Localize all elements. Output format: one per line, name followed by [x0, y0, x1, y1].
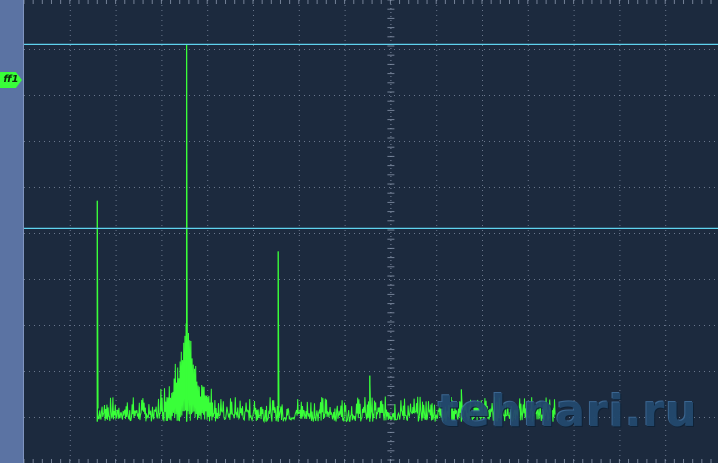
cursor-lines[interactable]	[24, 43, 718, 229]
watermark: tehnari.ru	[438, 386, 698, 437]
fft-channel-marker[interactable]: ff1	[0, 72, 22, 88]
side-panel: ff1	[0, 0, 24, 463]
fft-spectrum-line	[96, 44, 556, 424]
scope-screen[interactable]: tehnari.ru	[24, 0, 718, 463]
fft-trace	[96, 44, 556, 424]
